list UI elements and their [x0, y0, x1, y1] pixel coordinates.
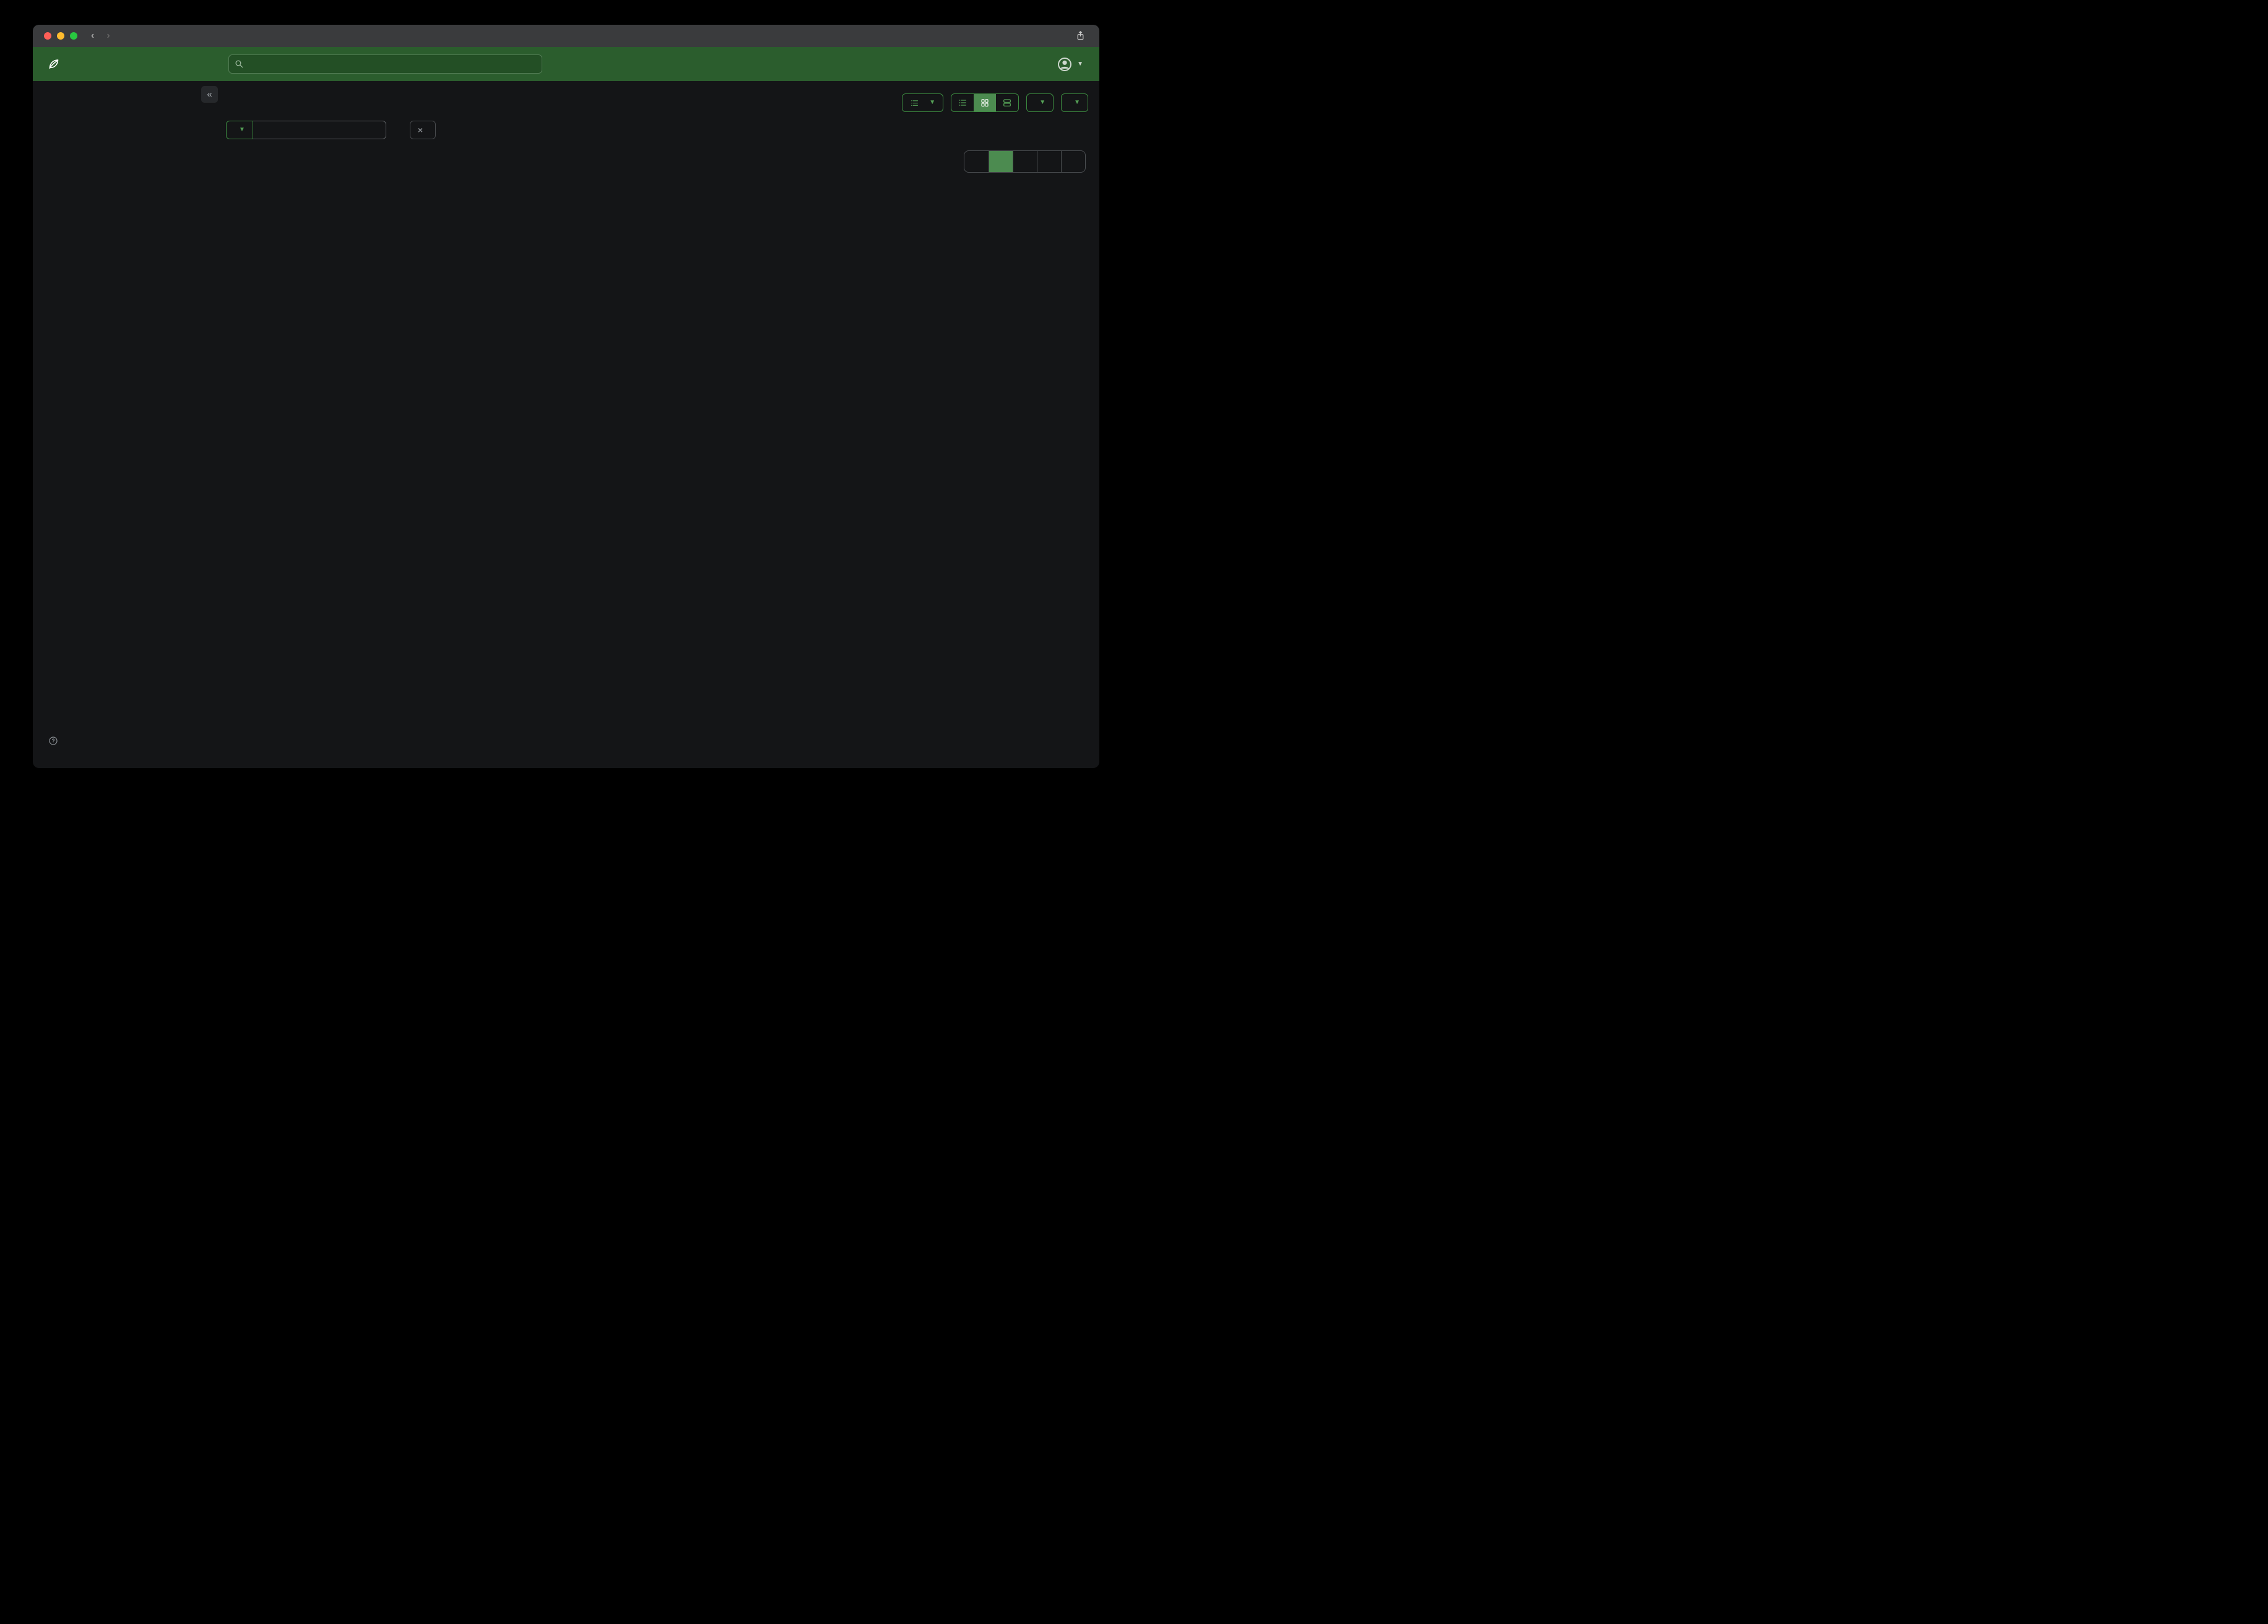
list-view-button[interactable]: [951, 94, 974, 111]
select-list-icon: [910, 98, 919, 108]
app-header: ▼: [33, 47, 1099, 81]
pagination-prev[interactable]: [964, 151, 989, 172]
pagination-page-2[interactable]: [1013, 151, 1037, 172]
main-content: ▼ ▼ ▼ ▼ ×: [214, 81, 1099, 768]
detail-view-button[interactable]: [996, 94, 1018, 111]
title-content-input[interactable]: [253, 121, 386, 139]
minimize-window-icon[interactable]: [57, 32, 64, 40]
filter-row: ▼ ×: [226, 121, 1088, 139]
help-icon: [48, 736, 58, 746]
share-icon[interactable]: [1075, 30, 1086, 41]
view-mode-toggle: [951, 93, 1019, 112]
paperless-leaf-icon: [47, 58, 60, 71]
macos-titlebar: ‹ ›: [33, 25, 1099, 47]
close-icon: ×: [417, 125, 423, 135]
sidebar: [33, 81, 214, 768]
reset-filters-button[interactable]: ×: [409, 121, 436, 139]
pagination-page-1[interactable]: [989, 151, 1013, 172]
user-menu[interactable]: ▼: [1057, 56, 1083, 72]
maximize-window-icon[interactable]: [70, 32, 77, 40]
app-window: ‹ › ▼ « ▼ ▼ ▼ ▼ ×: [33, 25, 1099, 768]
select-button[interactable]: ▼: [902, 93, 944, 112]
documentation-link[interactable]: [48, 736, 66, 746]
traffic-lights: [44, 32, 77, 40]
pagination-next[interactable]: [1061, 151, 1085, 172]
pagination-page-3[interactable]: [1037, 151, 1061, 172]
chevron-down-icon: ▼: [1077, 60, 1083, 67]
title-content-filter: ▼: [226, 121, 386, 139]
search-icon: [234, 59, 244, 69]
grid-view-button[interactable]: [974, 94, 997, 111]
close-window-icon[interactable]: [44, 32, 51, 40]
list-view-icon: [958, 98, 967, 108]
grid-view-icon: [980, 98, 990, 108]
sort-button[interactable]: ▼: [1026, 93, 1054, 112]
detail-view-icon: [1002, 98, 1012, 108]
collapse-sidebar-button[interactable]: «: [201, 86, 218, 103]
views-button[interactable]: ▼: [1061, 93, 1088, 112]
browser-forward-icon[interactable]: ›: [106, 30, 110, 41]
avatar-icon: [1057, 56, 1073, 72]
pagination: [964, 150, 1086, 173]
search-input[interactable]: [228, 54, 542, 74]
app-logo[interactable]: [47, 58, 66, 71]
browser-back-icon[interactable]: ‹: [91, 30, 94, 41]
title-content-dropdown[interactable]: ▼: [226, 121, 253, 139]
search-bar: [228, 54, 542, 74]
document-grid: [226, 183, 1088, 211]
